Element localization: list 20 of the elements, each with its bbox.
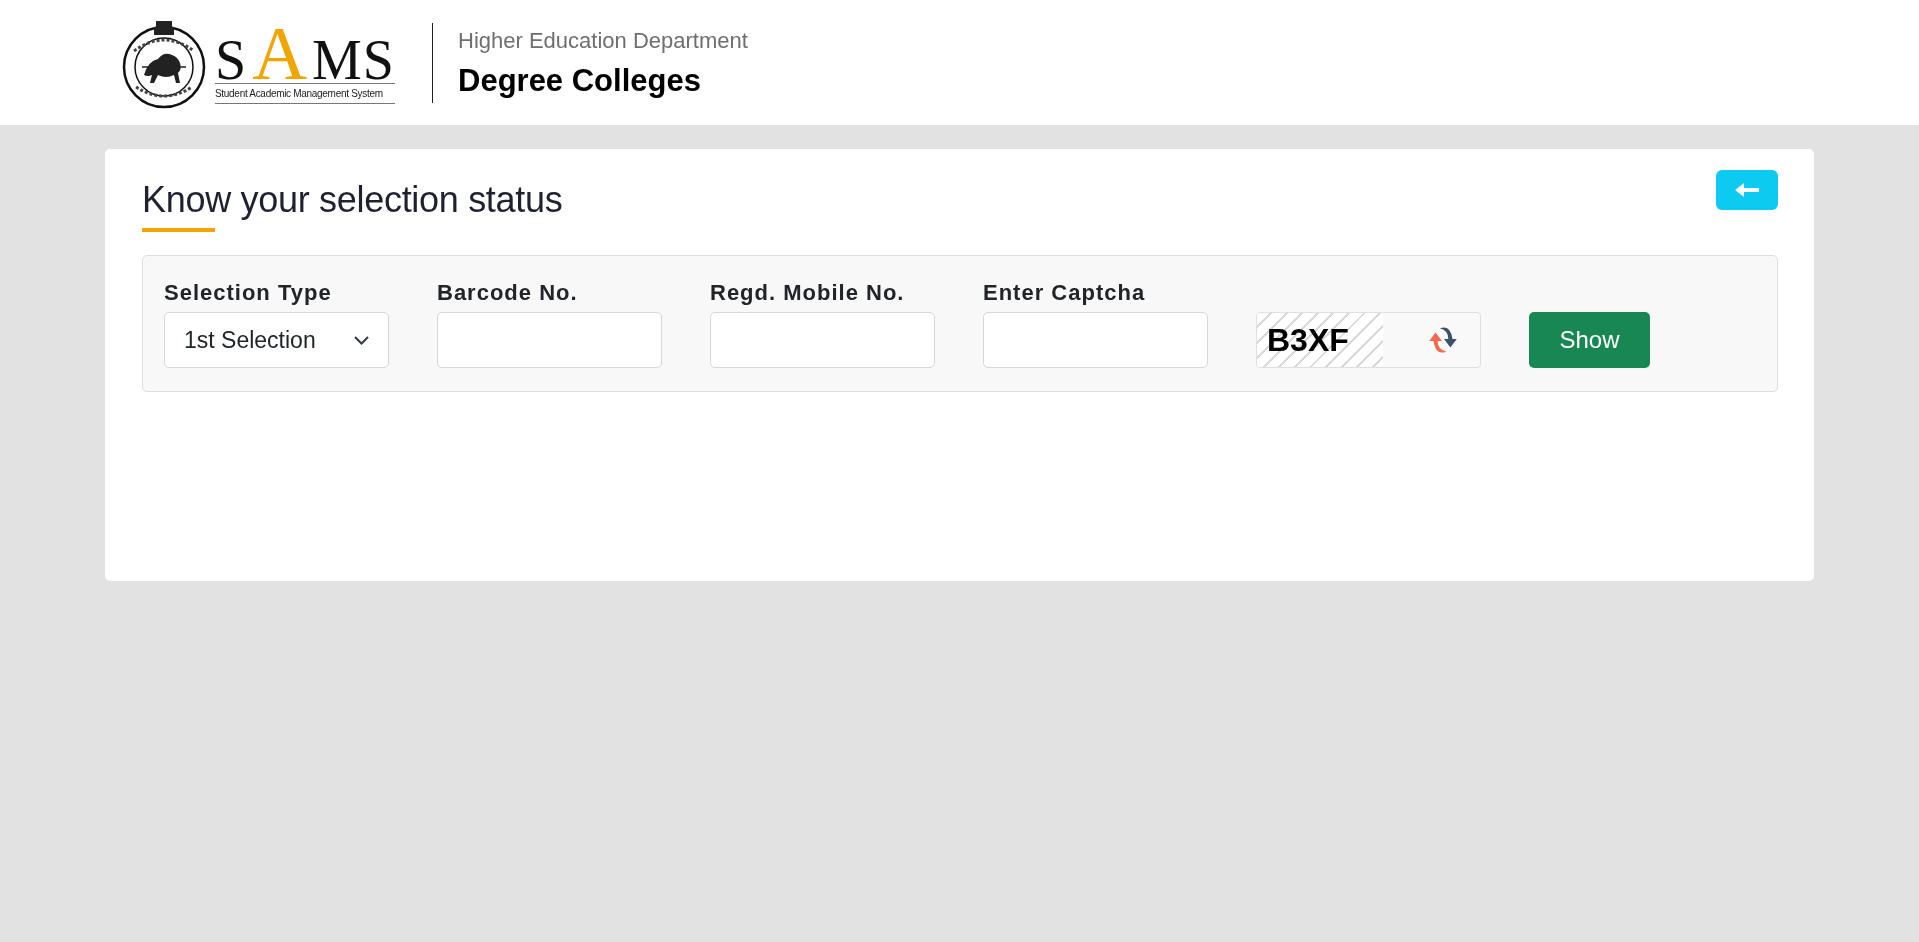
logo-letter: S (215, 38, 248, 81)
back-button[interactable] (1716, 170, 1778, 210)
arrow-left-icon (1735, 183, 1759, 197)
chevron-down-icon (354, 335, 369, 345)
logo-tagline: Student Academic Management System (215, 86, 395, 104)
logo-letter: A (252, 24, 308, 81)
captcha-image: B3XF (1257, 313, 1383, 367)
field-label: Barcode No. (437, 280, 579, 306)
text-input[interactable] (983, 312, 1208, 368)
show-button[interactable]: Show (1529, 312, 1650, 368)
department-name: Higher Education Department (458, 27, 748, 54)
page-title: Know your selection status (142, 180, 563, 220)
text-input[interactable] (437, 312, 662, 368)
field-label: Enter Captcha (983, 280, 1147, 306)
text-input[interactable] (710, 312, 935, 368)
selection-type-select[interactable]: 1st Selection (164, 312, 389, 368)
field-label: Selection Type (164, 280, 333, 306)
logo-letter: MS (312, 38, 395, 81)
field-label: Regd. Mobile No. (710, 280, 906, 306)
portal-title: Degree Colleges (458, 63, 702, 98)
